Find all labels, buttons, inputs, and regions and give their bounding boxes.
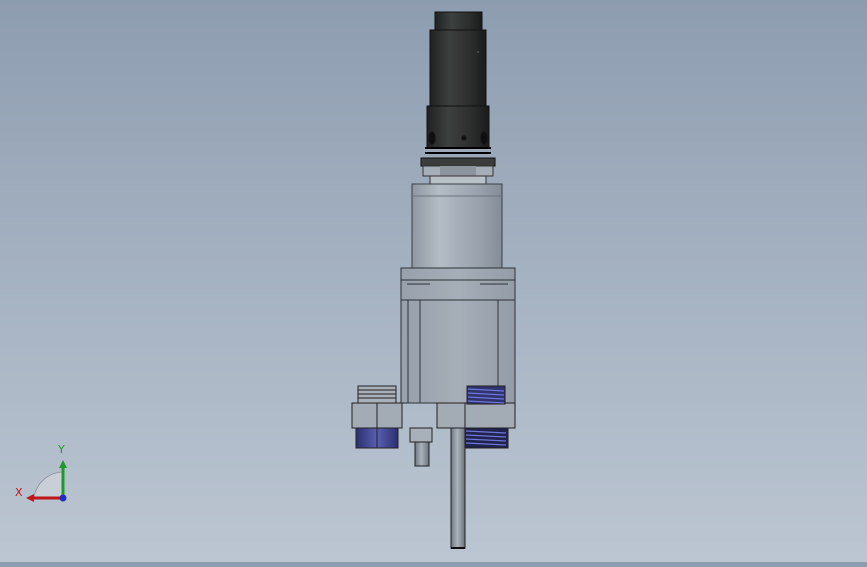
x-axis-label: X	[15, 486, 23, 499]
y-axis-label: Y	[58, 443, 65, 456]
top-cap	[434, 11, 483, 33]
left-thread	[357, 385, 397, 405]
upper-barrel	[429, 29, 487, 109]
model-canvas[interactable]	[0, 0, 867, 562]
probe-rod[interactable]	[450, 427, 466, 549]
z-axis-dot	[59, 494, 67, 502]
steel-body[interactable]	[411, 183, 503, 269]
mounting-block[interactable]	[400, 267, 516, 404]
coordinate-triad	[26, 460, 67, 502]
right-flange	[436, 402, 516, 429]
lower-barrel	[426, 105, 490, 149]
left-fitting[interactable]	[351, 385, 403, 449]
cad-graphics-viewport[interactable]: X Y	[0, 0, 867, 562]
triad-plane-arc	[33, 471, 63, 499]
screw-hole-left	[428, 131, 436, 145]
lock-ring	[420, 157, 496, 167]
sensor-neck[interactable]	[422, 165, 494, 185]
center-pin[interactable]	[409, 427, 433, 467]
screw-hole-right	[480, 131, 488, 145]
sensor-head[interactable]	[420, 11, 496, 167]
